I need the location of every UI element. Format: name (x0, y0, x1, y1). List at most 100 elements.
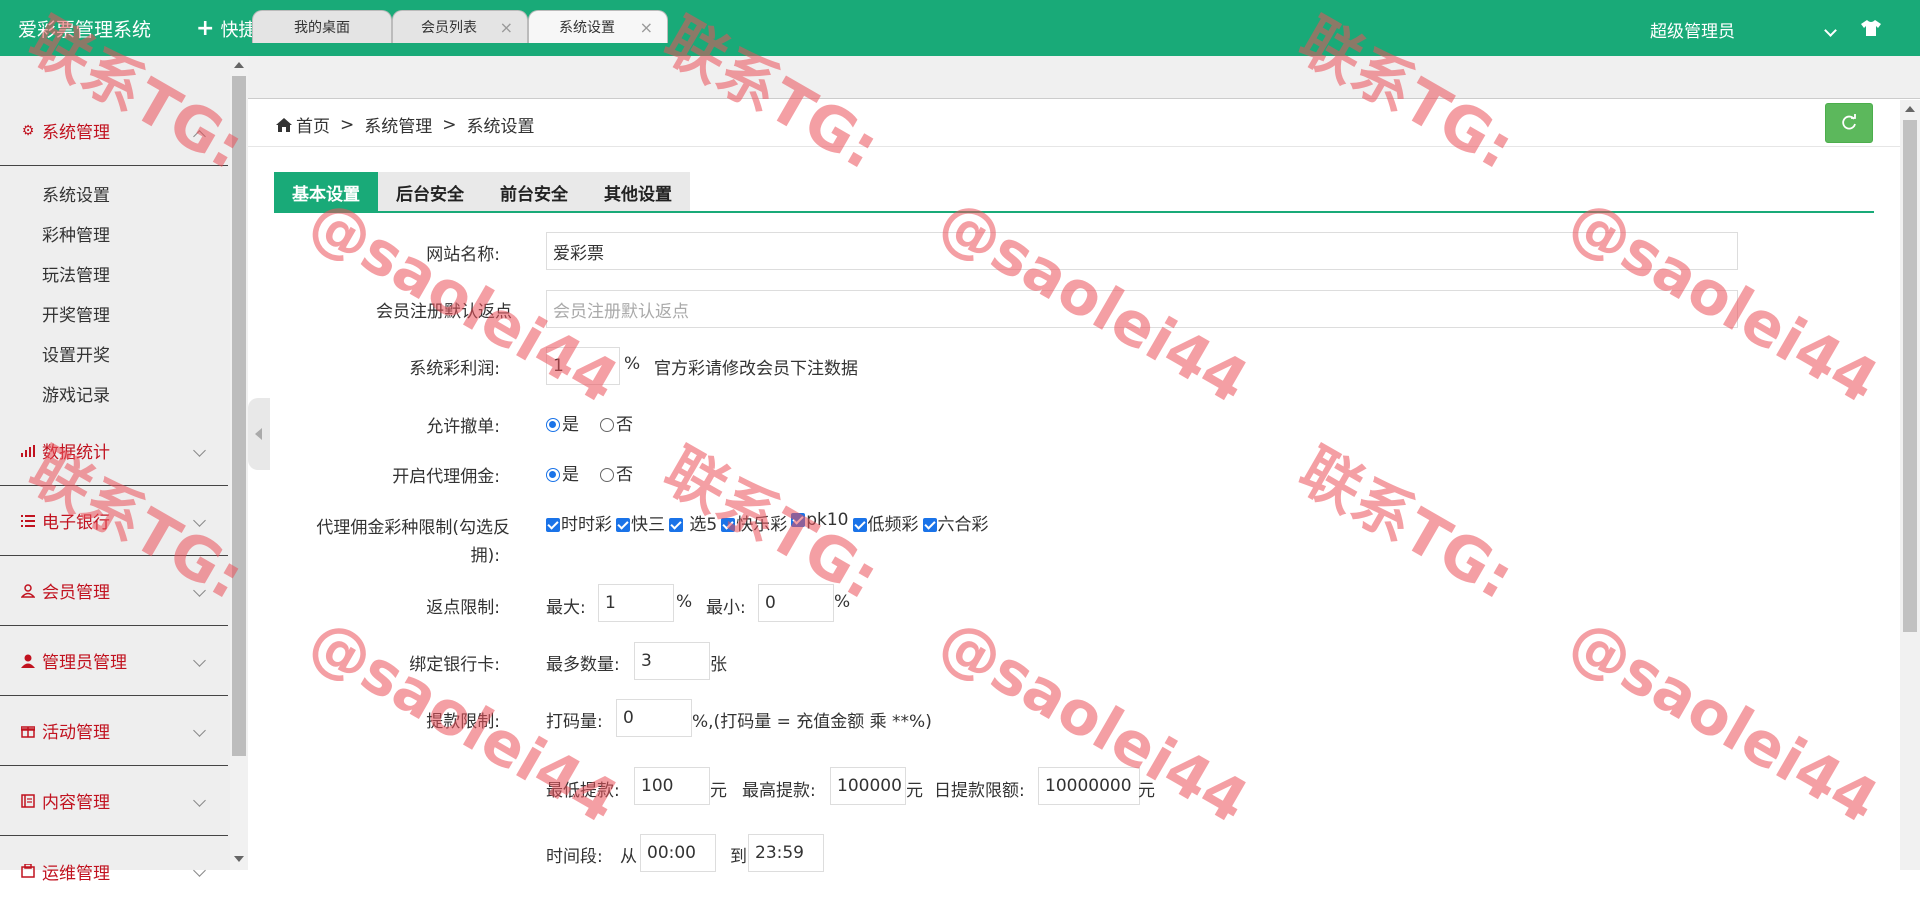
sidebar-item-lottery-types[interactable]: 彩种管理 (42, 221, 110, 246)
checkbox-kuaisan[interactable]: 快三 (616, 510, 665, 535)
admin-name[interactable]: 超级管理员 (1650, 17, 1735, 42)
breadcrumb-home[interactable]: 首页 (296, 112, 330, 137)
tab-other-settings[interactable]: 其他设置 (586, 172, 690, 212)
sidebar-item-set-draw[interactable]: 设置开奖 (42, 341, 110, 366)
tab-basic-settings[interactable]: 基本设置 (274, 172, 378, 212)
percent-unit: % (624, 354, 641, 374)
default-rebate-input[interactable]: 会员注册默认返点 (546, 290, 1738, 328)
agent-commission-yes[interactable]: 是 (546, 460, 579, 485)
breadcrumb-separator: > (442, 114, 457, 135)
admin-menu-toggle[interactable] (1820, 20, 1837, 40)
checkbox-xuan5[interactable]: 选5 (669, 510, 717, 535)
scroll-up-arrow-icon[interactable] (1905, 106, 1915, 112)
daily-limit-label: 日提款限额: (934, 781, 1025, 801)
agent-commission-no[interactable]: 否 (600, 460, 633, 485)
gear-icon: ⚙ (21, 122, 35, 139)
checkbox-checked-icon (721, 518, 736, 532)
daily-limit-input[interactable]: 10000000 (1038, 767, 1140, 805)
yuan-unit: 元 (1138, 781, 1155, 801)
sidebar-item-system-settings[interactable]: 系统设置 (42, 181, 110, 206)
site-name-input[interactable]: 爱彩票 (546, 232, 1738, 270)
checkbox-pk10[interactable]: pk10 (791, 510, 849, 535)
tab-label: 我的桌面 (294, 20, 350, 36)
close-icon[interactable]: × (640, 18, 653, 37)
max-withdraw-label: 最高提款: (742, 781, 816, 801)
list-icon (20, 513, 36, 529)
tab-desktop[interactable]: 我的桌面 (252, 10, 392, 43)
max-withdraw-input[interactable]: 100000 (830, 767, 906, 805)
close-icon[interactable]: × (500, 18, 513, 37)
checkbox-checked-icon (616, 518, 630, 532)
sidebar-group-members[interactable]: 会员管理 (0, 556, 228, 626)
checkbox-dipincai[interactable]: 低频彩 (852, 510, 919, 535)
rebate-min-input[interactable]: 0 (758, 584, 834, 622)
from-label: 从 (620, 847, 637, 867)
breadcrumb-system[interactable]: 系统管理 (364, 112, 432, 137)
user-icon (20, 583, 36, 599)
code-amount-note: %,(打码量 = 充值金额 乘 **%) (692, 712, 932, 732)
skin-shirt-icon[interactable] (1860, 19, 1882, 37)
plus-icon: + (196, 16, 215, 41)
refresh-button[interactable] (1825, 103, 1873, 143)
checkbox-kuailecai[interactable]: 快乐彩 (721, 510, 787, 535)
tab-member-list[interactable]: 会员列表 × (392, 10, 528, 43)
percent-unit: % (834, 592, 851, 612)
min-withdraw-label: 最低提款: (546, 781, 620, 801)
admin-icon (20, 653, 36, 669)
yuan-unit: 元 (906, 781, 923, 801)
breadcrumb-separator: > (340, 114, 355, 135)
sidebar-collapse-toggle[interactable] (248, 398, 270, 470)
tab-frontend-security[interactable]: 前台安全 (482, 172, 586, 212)
system-profit-input[interactable]: 1 (546, 347, 620, 385)
tab-system-settings[interactable]: 系统设置 × (528, 10, 668, 43)
chevron-down-icon (193, 514, 206, 527)
code-amount-input[interactable]: 0 (616, 699, 692, 737)
allow-cancel-no[interactable]: 否 (600, 410, 633, 435)
max-count-label: 最多数量: (546, 655, 620, 675)
checkbox-label: 快三 (631, 515, 665, 535)
tool-icon (20, 863, 36, 879)
sidebar-item-draw-manage[interactable]: 开奖管理 (42, 301, 110, 326)
sidebar-group-label: 内容管理 (42, 793, 110, 813)
app-title: 爱彩票管理系统 (18, 19, 152, 41)
chevron-up-icon (193, 130, 206, 143)
sidebar-group-ebank[interactable]: 电子银行 (0, 486, 228, 556)
radio-label-yes: 是 (562, 415, 579, 435)
scroll-up-arrow-icon[interactable] (234, 62, 244, 68)
chevron-down-icon (193, 584, 206, 597)
sidebar-group-activities[interactable]: 活动管理 (0, 696, 228, 766)
sidebar-group-system[interactable]: ⚙ 系统管理 (0, 96, 228, 166)
tab-label: 系统设置 (559, 20, 615, 36)
time-to-input[interactable]: 23:59 (748, 834, 824, 872)
main-scroll-thumb[interactable] (1903, 120, 1917, 632)
radio-unchecked-icon (600, 468, 614, 482)
checkbox-label: 快乐彩 (736, 515, 788, 535)
sidebar-group-stats[interactable]: 数据统计 (0, 416, 228, 486)
checkbox-shishicai[interactable]: 时时彩 (546, 510, 612, 535)
gift-icon (20, 723, 36, 739)
code-amount-label: 打码量: (546, 712, 603, 732)
sidebar-group-ops[interactable]: 运维管理 (0, 836, 228, 906)
radio-checked-icon (546, 418, 560, 432)
scroll-down-arrow-icon[interactable] (234, 856, 244, 862)
max-label: 最大: (546, 598, 586, 618)
tab-backend-security[interactable]: 后台安全 (378, 172, 482, 212)
sidebar-group-admins[interactable]: 管理员管理 (0, 626, 228, 696)
sidebar-item-game-records[interactable]: 游戏记录 (42, 381, 110, 406)
chevron-down-icon (193, 654, 206, 667)
time-from-input[interactable]: 00:00 (640, 834, 716, 872)
yuan-unit: 元 (710, 781, 727, 801)
allow-cancel-yes[interactable]: 是 (546, 410, 579, 435)
checkbox-liuhecai[interactable]: 六合彩 (922, 510, 989, 535)
sidebar-group-content[interactable]: 内容管理 (0, 766, 228, 836)
sidebar-group-label: 数据统计 (42, 443, 110, 463)
rebate-max-input[interactable]: 1 (598, 584, 674, 622)
max-card-count-input[interactable]: 3 (634, 642, 710, 680)
radio-unchecked-icon (600, 418, 614, 432)
sidebar-scroll-thumb[interactable] (232, 76, 246, 756)
sidebar-item-play-types[interactable]: 玩法管理 (42, 261, 110, 286)
radio-label-no: 否 (616, 415, 633, 435)
checkbox-checked-icon (669, 518, 683, 532)
min-withdraw-input[interactable]: 100 (634, 767, 710, 805)
chevron-down-icon (193, 794, 206, 807)
